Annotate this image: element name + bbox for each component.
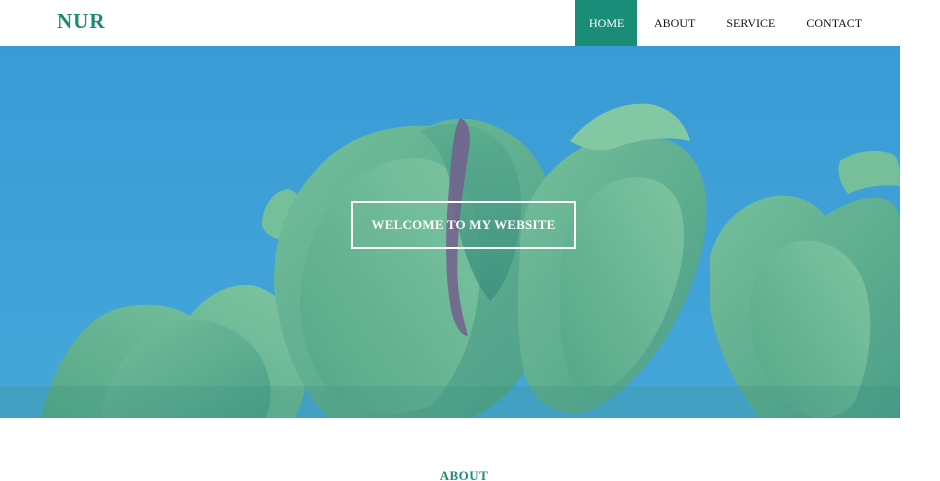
right-margin	[900, 0, 940, 481]
main-nav: HOME ABOUT SERVICE CONTACT	[575, 0, 876, 46]
about-section: ABOUT	[0, 418, 900, 481]
hero-banner: WELCOME TO MY WEBSITE	[0, 46, 900, 418]
nav-item-service[interactable]: SERVICE	[712, 0, 789, 46]
nav-item-home[interactable]: HOME	[575, 0, 637, 46]
nav-item-contact[interactable]: CONTACT	[792, 0, 876, 46]
nav-item-about[interactable]: ABOUT	[640, 0, 709, 46]
site-header: NUR HOME ABOUT SERVICE CONTACT	[0, 0, 900, 46]
site-logo[interactable]: NUR	[57, 9, 106, 34]
page: NUR HOME ABOUT SERVICE CONTACT WELCOME T…	[0, 0, 940, 481]
about-heading: ABOUT	[439, 468, 489, 481]
welcome-button[interactable]: WELCOME TO MY WEBSITE	[351, 201, 576, 249]
